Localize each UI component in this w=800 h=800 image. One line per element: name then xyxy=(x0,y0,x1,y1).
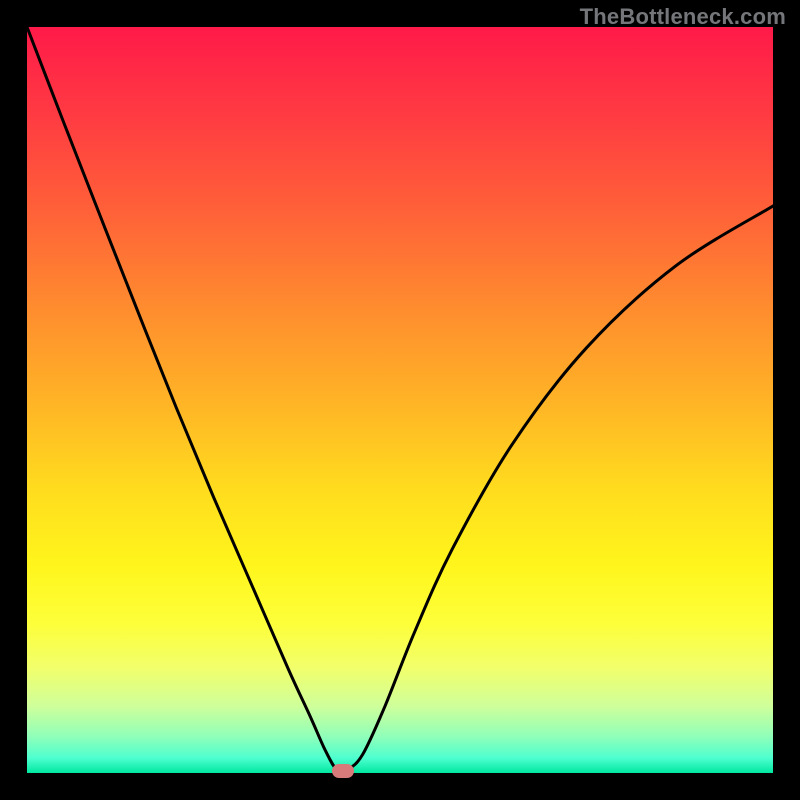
plot-area xyxy=(27,27,773,773)
watermark-text: TheBottleneck.com xyxy=(580,4,786,30)
optimum-marker xyxy=(332,764,354,778)
bottleneck-curve xyxy=(27,27,773,773)
chart-frame: TheBottleneck.com xyxy=(0,0,800,800)
